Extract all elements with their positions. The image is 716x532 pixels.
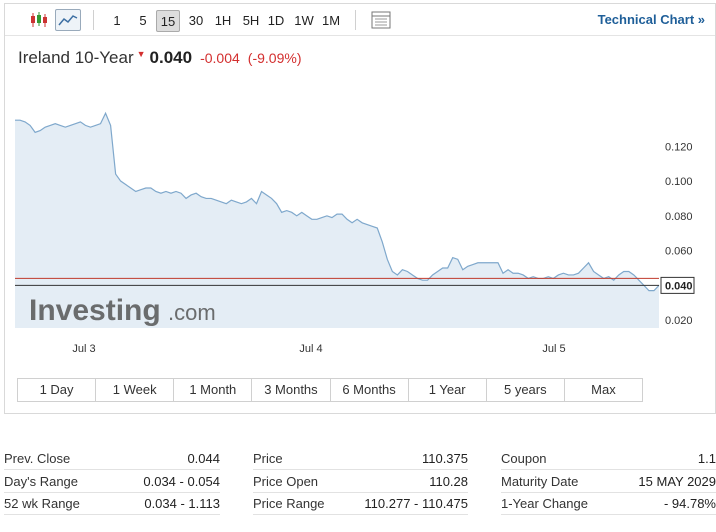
x-tick-label: Jul 5 [542, 343, 565, 355]
stat-row: Prev. Close 0.044 [4, 448, 220, 470]
range-selector: 1 Day 1 Week 1 Month 3 Months 6 Months 1 Year… [17, 378, 643, 402]
stat-value: 110.375 [421, 451, 468, 466]
stat-row: 1-Year Change - 94.78% [501, 493, 716, 515]
stat-label: Maturity Date [501, 473, 579, 489]
stat-value: 110.28 [429, 473, 468, 489]
stat-row: Price 110.375 [253, 448, 468, 470]
y-tick-label: 0.060 [665, 246, 693, 258]
investing-watermark: Investing [29, 294, 161, 327]
price-chart[interactable]: 0.0200.0400.0600.0800.1000.1200.040Jul 3… [5, 4, 715, 374]
stat-label: Coupon [501, 451, 547, 466]
range-button-5-years[interactable]: 5 years [487, 379, 565, 401]
stat-value: 110.277 - 110.475 [364, 496, 468, 511]
range-button-1-day[interactable]: 1 Day [18, 379, 97, 401]
stat-row: Day's Range 0.034 - 0.054 [4, 471, 220, 493]
range-button-1-year[interactable]: 1 Year [409, 379, 487, 401]
current-price-label: 0.040 [665, 280, 693, 292]
stat-label: Day's Range [4, 473, 79, 489]
stat-label: Price Open [253, 473, 319, 489]
stat-row: Maturity Date 15 MAY 2029 [501, 471, 716, 493]
stat-row: 52 wk Range 0.034 - 1.113 [4, 493, 220, 515]
stat-label: 52 wk Range [4, 496, 80, 511]
stat-value: 0.034 - 1.113 [144, 496, 220, 511]
range-button-1-month[interactable]: 1 Month [174, 379, 253, 401]
y-tick-label: 0.080 [665, 211, 693, 223]
stat-value: - 94.78% [663, 496, 716, 511]
stat-value: 15 MAY 2029 [638, 473, 716, 489]
stat-label: 1-Year Change [501, 496, 588, 511]
y-tick-label: 0.120 [665, 141, 693, 153]
x-tick-label: Jul 3 [72, 343, 95, 355]
range-button-3-months[interactable]: 3 Months [252, 379, 331, 401]
range-button-6-months[interactable]: 6 Months [331, 379, 409, 401]
stat-row: Price Open 110.28 [253, 471, 468, 493]
stat-value: 0.034 - 0.054 [143, 473, 220, 489]
x-tick-label: Jul 4 [299, 343, 322, 355]
range-button-max[interactable]: Max [565, 379, 642, 401]
stat-row: Price Range 110.277 - 110.475 [253, 493, 468, 515]
chart-widget: 1 5 15 30 1H 5H 1D 1W 1M Technical Chart » Irela… [4, 3, 716, 414]
investing-watermark-suffix: .com [168, 300, 216, 325]
stat-value: 0.044 [187, 451, 220, 466]
y-tick-label: 0.100 [665, 176, 693, 188]
stat-label: Prev. Close [4, 451, 71, 466]
stat-value: 1.1 [697, 451, 716, 466]
y-tick-label: 0.020 [665, 315, 693, 327]
stat-label: Price [253, 451, 283, 466]
stat-row: Coupon 1.1 [501, 448, 716, 470]
range-button-1-week[interactable]: 1 Week [96, 379, 175, 401]
stat-label: Price Range [253, 496, 325, 511]
